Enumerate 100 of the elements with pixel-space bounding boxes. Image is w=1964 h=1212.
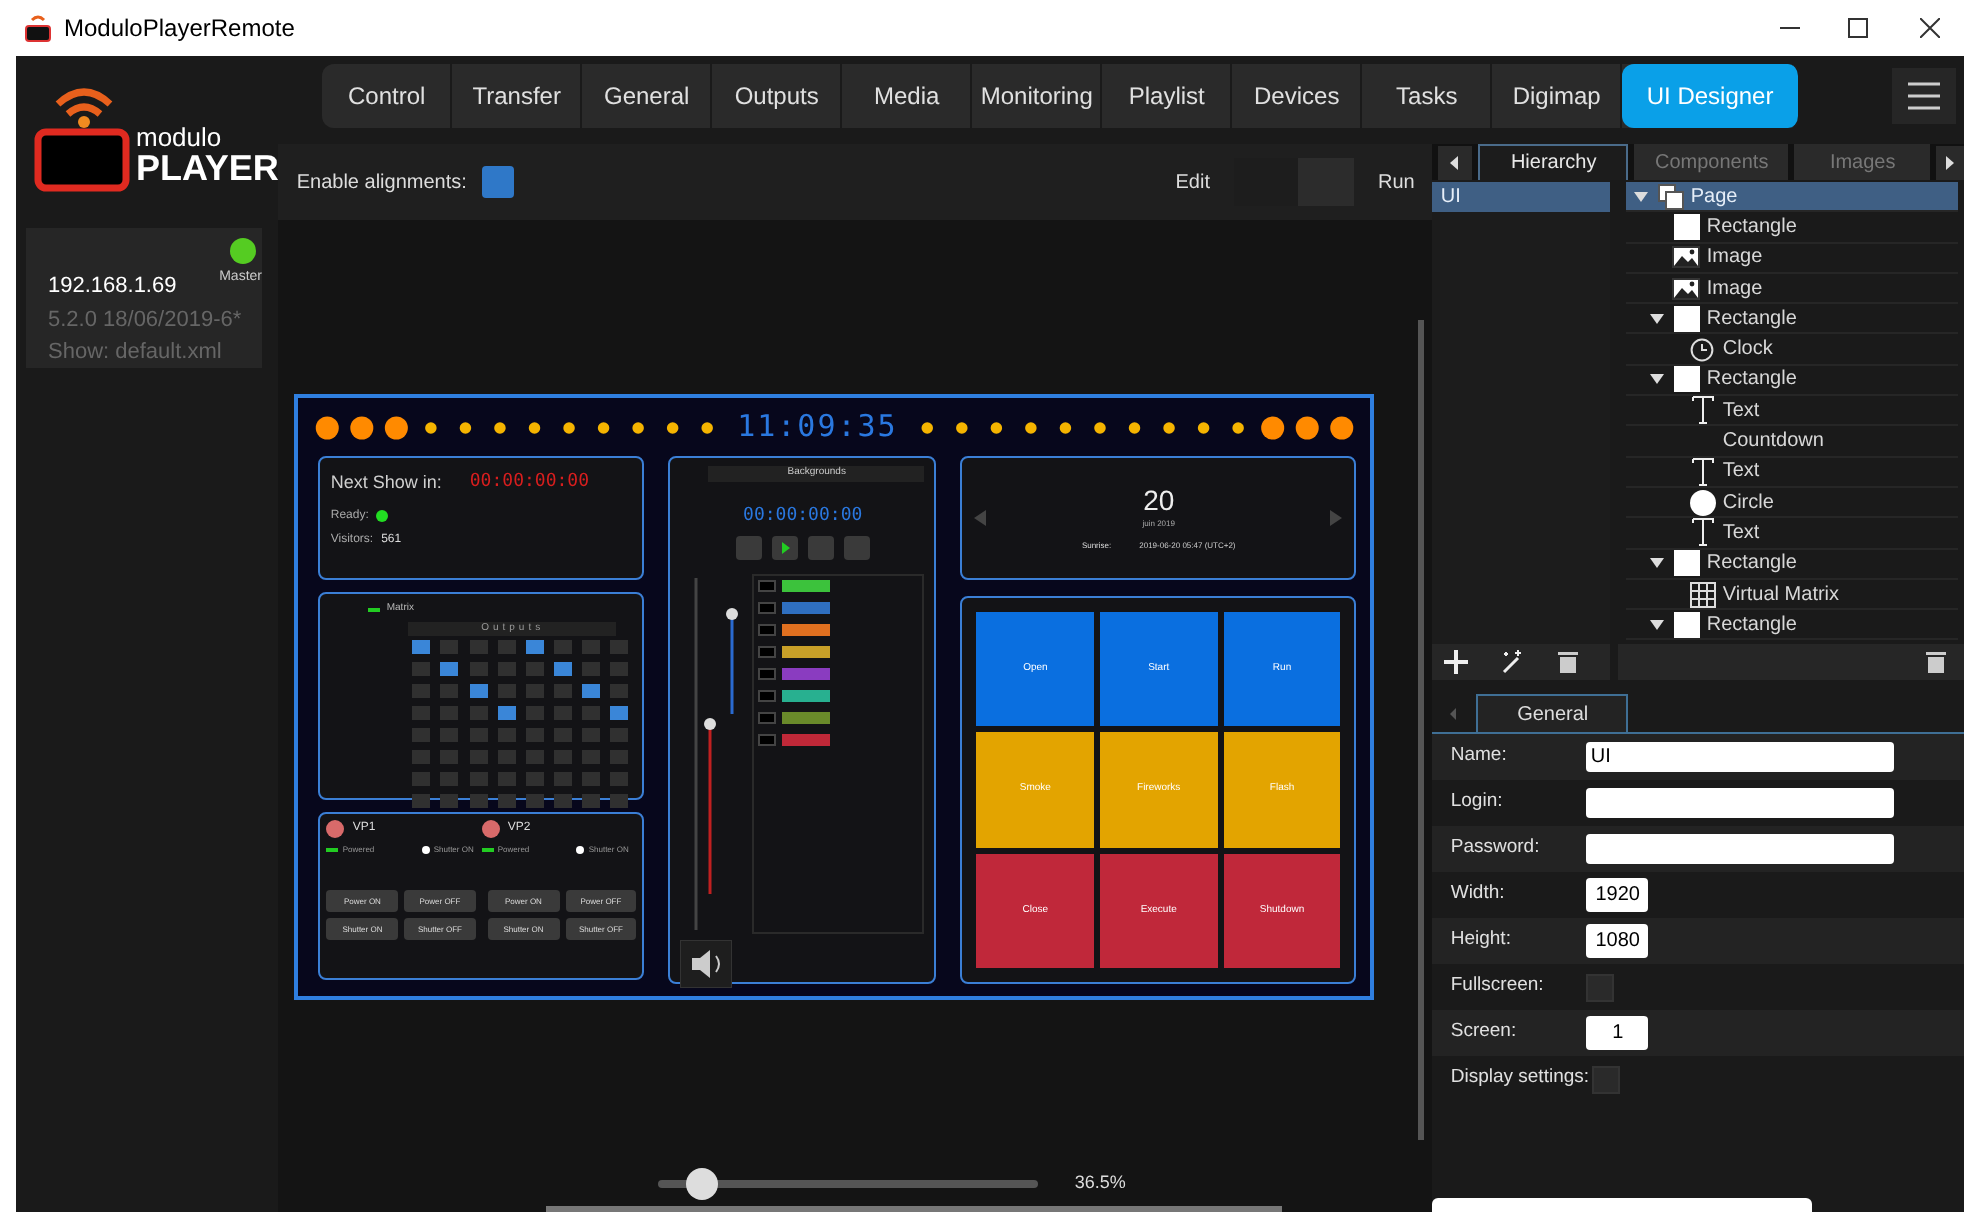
- matrix-cell[interactable]: [553, 706, 572, 720]
- tree-item[interactable]: Rectangle: [1626, 610, 1959, 641]
- matrix-cell[interactable]: [582, 794, 601, 808]
- matrix-cell[interactable]: [469, 706, 488, 720]
- maximize-icon[interactable]: [1848, 18, 1868, 38]
- tree-item[interactable]: Virtual Matrix: [1626, 579, 1959, 611]
- tree-item[interactable]: Image: [1626, 243, 1959, 274]
- matrix-cell[interactable]: [497, 662, 516, 676]
- matrix-cell[interactable]: [497, 728, 516, 742]
- scroll-left-icon[interactable]: [1438, 146, 1473, 180]
- matrix-cell[interactable]: [497, 794, 516, 808]
- matrix-cell[interactable]: [440, 750, 459, 764]
- matrix-cell[interactable]: [469, 750, 488, 764]
- tree-item[interactable]: Image: [1626, 273, 1959, 305]
- matrix-cell[interactable]: [525, 794, 544, 808]
- matrix-cell[interactable]: [610, 684, 629, 698]
- number-field[interactable]: 1: [1586, 1016, 1649, 1050]
- matrix-cell[interactable]: [610, 772, 629, 786]
- matrix-cell[interactable]: [553, 728, 572, 742]
- matrix-cell[interactable]: [497, 750, 516, 764]
- matrix-cell[interactable]: [497, 640, 516, 654]
- next-arrow-icon[interactable]: [1330, 510, 1343, 526]
- nav-tab[interactable]: Transfer: [452, 64, 583, 128]
- matrix-cell[interactable]: [412, 640, 431, 654]
- matrix-cell[interactable]: [610, 794, 629, 808]
- vertical-scrollbar[interactable]: [1418, 320, 1425, 1140]
- matrix-cell[interactable]: [440, 794, 459, 808]
- matrix-cell[interactable]: [525, 772, 544, 786]
- matrix-cell[interactable]: [525, 706, 544, 720]
- matrix-cell[interactable]: [553, 750, 572, 764]
- caret-down-icon[interactable]: [1650, 313, 1665, 324]
- matrix-cell[interactable]: [469, 684, 488, 698]
- matrix-cell[interactable]: [525, 662, 544, 676]
- previous-arrow-icon[interactable]: [974, 510, 987, 526]
- alignments-checkbox[interactable]: [482, 166, 515, 198]
- nav-tab[interactable]: Tasks: [1362, 64, 1493, 128]
- matrix-cell[interactable]: [469, 640, 488, 654]
- matrix-cell[interactable]: [582, 772, 601, 786]
- scroll-right-icon[interactable]: [1936, 146, 1964, 180]
- text-field[interactable]: [1586, 788, 1895, 818]
- matrix-cell[interactable]: [553, 640, 572, 654]
- matrix-cell[interactable]: [469, 772, 488, 786]
- matrix-cell[interactable]: [497, 684, 516, 698]
- properties-tab[interactable]: General: [1476, 694, 1629, 732]
- matrix-cell[interactable]: [610, 662, 629, 676]
- matrix-cell[interactable]: [610, 706, 629, 720]
- matrix-cell[interactable]: [553, 662, 572, 676]
- matrix-cell[interactable]: [582, 662, 601, 676]
- caret-down-icon[interactable]: [1650, 374, 1665, 385]
- trash-icon[interactable]: [1924, 650, 1949, 674]
- matrix-cell[interactable]: [412, 706, 431, 720]
- text-field[interactable]: [1586, 834, 1895, 864]
- zoom-slider[interactable]: [658, 1168, 1039, 1200]
- matrix-cell[interactable]: [412, 750, 431, 764]
- nav-tab[interactable]: General: [582, 64, 713, 128]
- matrix-cell[interactable]: [412, 662, 431, 676]
- tree-item[interactable]: Text: [1626, 457, 1959, 488]
- caret-down-icon[interactable]: [1650, 619, 1665, 630]
- number-field[interactable]: 1920: [1586, 878, 1649, 912]
- horizontal-scrollbar[interactable]: [546, 1206, 1283, 1212]
- matrix-cell[interactable]: [440, 640, 459, 654]
- magic-wand-icon[interactable]: [1500, 650, 1525, 674]
- property-checkbox[interactable]: [1591, 1065, 1620, 1093]
- matrix-cell[interactable]: [440, 706, 459, 720]
- matrix-cell[interactable]: [582, 684, 601, 698]
- matrix-cell[interactable]: [582, 728, 601, 742]
- nav-tab[interactable]: Outputs: [712, 64, 843, 128]
- trash-icon[interactable]: [1556, 650, 1581, 674]
- tree-item[interactable]: Rectangle: [1626, 549, 1959, 580]
- matrix-cell[interactable]: [553, 794, 572, 808]
- close-icon[interactable]: [1920, 18, 1940, 38]
- caret-down-icon[interactable]: [1650, 558, 1665, 569]
- matrix-cell[interactable]: [469, 728, 488, 742]
- nav-tab[interactable]: Control: [322, 64, 453, 128]
- plus-icon[interactable]: [1444, 650, 1469, 674]
- text-field[interactable]: UI: [1586, 742, 1895, 772]
- tree-item[interactable]: Countdown: [1626, 426, 1959, 458]
- menu-icon[interactable]: [1892, 68, 1957, 124]
- matrix-cell[interactable]: [440, 684, 459, 698]
- matrix-cell[interactable]: [469, 794, 488, 808]
- panel-tab[interactable]: Hierarchy: [1478, 144, 1629, 180]
- matrix-cell[interactable]: [582, 750, 601, 764]
- nav-tab[interactable]: Media: [842, 64, 973, 128]
- tree-item[interactable]: Rectangle: [1626, 212, 1959, 244]
- tree-item[interactable]: Rectangle: [1626, 365, 1959, 397]
- matrix-cell[interactable]: [553, 772, 572, 786]
- matrix-cell[interactable]: [440, 728, 459, 742]
- nav-tab[interactable]: Playlist: [1102, 64, 1233, 128]
- speaker-icon[interactable]: [680, 940, 733, 988]
- matrix-cell[interactable]: [610, 750, 629, 764]
- matrix-cell[interactable]: [525, 640, 544, 654]
- matrix-cell[interactable]: [582, 706, 601, 720]
- matrix-cell[interactable]: [582, 640, 601, 654]
- matrix-cell[interactable]: [610, 728, 629, 742]
- matrix-cell[interactable]: [412, 684, 431, 698]
- matrix-cell[interactable]: [412, 728, 431, 742]
- page-list-item[interactable]: UI: [1432, 182, 1611, 212]
- tree-item[interactable]: Circle: [1626, 487, 1959, 519]
- tree-item[interactable]: Text: [1626, 396, 1959, 427]
- number-field[interactable]: 1080: [1586, 924, 1649, 958]
